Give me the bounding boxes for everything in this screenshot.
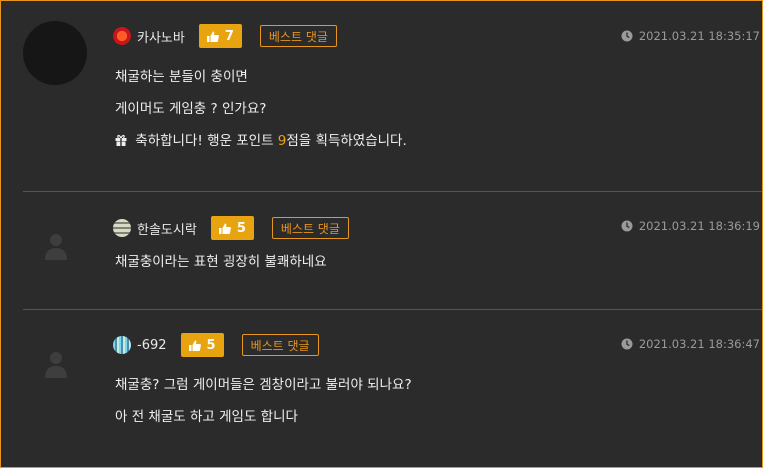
comment-body: 채굴충? 그럼 게이머들은 겜창이라고 불러야 되나요? 아 전 채굴도 하고 … — [115, 369, 412, 433]
comment-item: -692 5 베스트 댓글 2021.03.21 18:36:47 채굴충? 그… — [1, 310, 762, 467]
like-button[interactable]: 5 — [210, 216, 254, 240]
comment-line: 게이머도 게임충 ? 인가요? — [115, 101, 267, 117]
best-comment-badge: 베스트 댓글 — [241, 334, 319, 356]
comment-line: 채굴충? 그럼 게이머들은 겜창이라고 불러야 되나요? — [115, 377, 412, 393]
comment-header: -692 5 베스트 댓글 — [113, 333, 319, 357]
clock-icon — [621, 338, 633, 350]
clock-icon — [621, 30, 633, 42]
clock-icon — [621, 220, 633, 232]
comment-date: 2021.03.21 18:35:17 — [621, 29, 760, 43]
username[interactable]: -692 — [137, 338, 167, 353]
comment-header: 카사노바 7 베스트 댓글 — [113, 24, 337, 48]
like-count: 7 — [224, 28, 234, 44]
user-avatar-icon[interactable] — [45, 232, 67, 260]
comment-item: 카사노바 7 베스트 댓글 2021.03.21 18:35:17 채굴하는 분… — [1, 1, 762, 191]
comment-body: 채굴하는 분들이 충이면 게이머도 게임충 ? 인가요? 축하합니다! 행운 포… — [115, 61, 407, 157]
comment-line: 아 전 채굴도 하고 게임도 합니다 — [115, 409, 298, 425]
date-text: 2021.03.21 18:36:19 — [638, 219, 760, 233]
comment-list: 카사노바 7 베스트 댓글 2021.03.21 18:35:17 채굴하는 분… — [0, 0, 763, 468]
level-badge-icon — [113, 219, 131, 237]
reward-prefix: 축하합니다! 행운 포인트 — [135, 133, 278, 149]
date-text: 2021.03.21 18:36:47 — [638, 337, 760, 351]
comment-date: 2021.03.21 18:36:47 — [621, 337, 760, 351]
comment-header: 한솔도시락 5 베스트 댓글 — [113, 216, 349, 240]
reward-suffix: 점을 획득하였습니다. — [286, 133, 407, 149]
comment-body: 채굴충이라는 표현 굉장히 불쾌하네요 — [115, 246, 327, 278]
user-avatar-icon[interactable] — [45, 350, 67, 378]
username[interactable]: 한솔도시락 — [137, 219, 197, 238]
like-count: 5 — [206, 337, 216, 353]
avatar[interactable] — [23, 21, 87, 85]
like-button[interactable]: 7 — [198, 24, 242, 48]
best-comment-badge: 베스트 댓글 — [271, 217, 349, 239]
level-badge-icon — [113, 336, 131, 354]
like-button[interactable]: 5 — [180, 333, 224, 357]
thumbs-up-icon — [188, 340, 201, 351]
best-comment-badge: 베스트 댓글 — [259, 25, 337, 47]
thumbs-up-icon — [206, 31, 219, 42]
reward-message: 축하합니다! 행운 포인트 9점을 획득하였습니다. — [115, 125, 407, 157]
comment-item: 한솔도시락 5 베스트 댓글 2021.03.21 18:36:19 채굴충이라… — [1, 192, 762, 309]
comment-date: 2021.03.21 18:36:19 — [621, 219, 760, 233]
date-text: 2021.03.21 18:35:17 — [638, 29, 760, 43]
level-badge-icon — [113, 27, 131, 45]
gift-icon — [115, 134, 127, 146]
thumbs-up-icon — [218, 223, 231, 234]
comment-line: 채굴충이라는 표현 굉장히 불쾌하네요 — [115, 254, 327, 270]
username[interactable]: 카사노바 — [137, 27, 185, 46]
like-count: 5 — [236, 220, 246, 236]
comment-line: 채굴하는 분들이 충이면 — [115, 69, 248, 85]
